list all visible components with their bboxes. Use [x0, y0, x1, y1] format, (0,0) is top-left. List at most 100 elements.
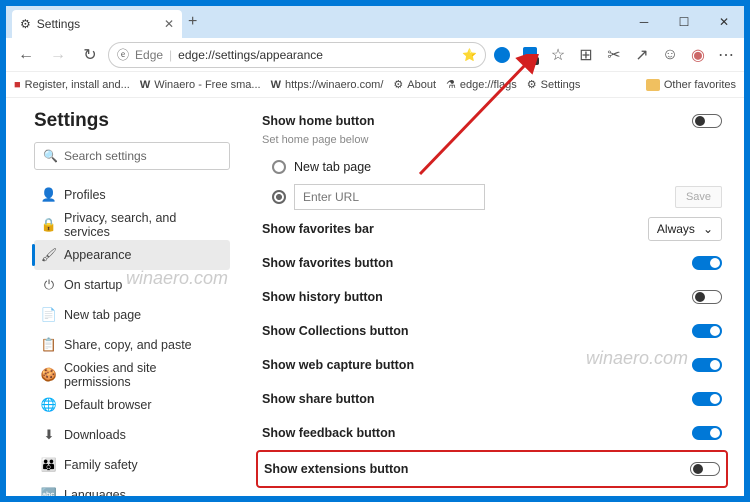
nav-icon: 🔤: [42, 487, 56, 496]
fav-icon-0: ■: [14, 79, 21, 91]
favbar-dropdown[interactable]: Always ⌄: [648, 217, 722, 241]
fav-icon-1: W: [140, 79, 150, 91]
nav-label: Privacy, search, and services: [64, 211, 222, 239]
sidebar-item-3[interactable]: ⏻ On startup: [34, 270, 230, 300]
nav-label: Cookies and site permissions: [64, 361, 222, 389]
gear-icon: ⚙: [527, 78, 537, 91]
home-button-label: Show home button: [262, 114, 374, 128]
favorites-icon[interactable]: ☆: [546, 43, 570, 67]
capture-icon[interactable]: ✂: [602, 43, 626, 67]
radio-new-tab[interactable]: [272, 160, 286, 174]
toggle-label-1: Show history button: [262, 290, 383, 304]
fav-item-1[interactable]: WWinaero - Free sma...: [140, 79, 261, 91]
nav-label: On startup: [64, 278, 122, 292]
back-button[interactable]: ←: [12, 41, 40, 69]
nav-icon: 📄: [42, 307, 56, 323]
settings-title: Settings: [34, 110, 230, 132]
sidebar-item-1[interactable]: 🔒 Privacy, search, and services: [34, 210, 230, 240]
toggle-label-4: Show share button: [262, 392, 375, 406]
extension-round-icon[interactable]: ◉: [686, 43, 710, 67]
maximize-button[interactable]: ☐: [664, 6, 704, 38]
titlebar: ⚙ Settings ✕ + ─ ☐ ✕: [6, 6, 744, 38]
fav-item-4[interactable]: ⚗edge://flags: [446, 78, 517, 91]
sidebar-item-10[interactable]: 🔤 Languages: [34, 480, 230, 496]
fav-icon-2: W: [271, 79, 281, 91]
save-button[interactable]: Save: [675, 186, 722, 208]
settings-main: Show home button Set home page below New…: [246, 98, 744, 496]
toggle-label-3: Show web capture button: [262, 358, 414, 372]
sidebar-item-6[interactable]: 🍪 Cookies and site permissions: [34, 360, 230, 390]
search-input[interactable]: 🔍 Search settings: [34, 142, 230, 170]
edge-icon: ⓔ: [117, 46, 129, 63]
home-button-toggle[interactable]: [692, 114, 722, 128]
extension-blue-icon[interactable]: [490, 43, 514, 67]
radio-url[interactable]: [272, 190, 286, 204]
toggle-5[interactable]: [692, 426, 722, 440]
tracking-icon[interactable]: [518, 43, 542, 67]
sidebar-item-9[interactable]: 👪 Family safety: [34, 450, 230, 480]
new-tab-button[interactable]: +: [188, 13, 197, 31]
search-icon: 🔍: [43, 149, 58, 163]
nav-icon: 🖌: [42, 247, 56, 263]
url-box[interactable]: ⓔ Edge | edge://settings/appearance ⭐: [108, 42, 486, 68]
tab-title: Settings: [37, 17, 80, 31]
nav-label: Appearance: [64, 248, 131, 262]
toggle-0[interactable]: [692, 256, 722, 270]
toggle-label-5: Show feedback button: [262, 426, 395, 440]
sidebar-item-0[interactable]: 👤 Profiles: [34, 180, 230, 210]
sidebar-item-2[interactable]: 🖌 Appearance: [34, 240, 230, 270]
sidebar-item-5[interactable]: 📋Share, copy, and paste: [34, 330, 230, 360]
home-sub: Set home page below: [262, 134, 722, 146]
nav-label: Family safety: [64, 458, 138, 472]
toggle-label-2: Show Collections button: [262, 324, 409, 338]
nav-label: Downloads: [64, 428, 126, 442]
fav-item-2[interactable]: Whttps://winaero.com/: [271, 79, 384, 91]
nav-icon: 👪: [42, 457, 56, 473]
refresh-button[interactable]: ↻: [76, 41, 104, 69]
nav-label: Share, copy, and paste: [64, 338, 192, 352]
read-aloud-icon[interactable]: ⭐: [462, 48, 477, 62]
ext-toggle[interactable]: [690, 462, 720, 476]
chevron-down-icon: ⌄: [703, 222, 713, 236]
menu-icon[interactable]: ⋯: [714, 43, 738, 67]
flask-icon: ⚗: [446, 78, 456, 91]
nav-icon: 🍪: [42, 367, 56, 383]
favorites-bar: ■Register, install and... WWinaero - Fre…: [6, 72, 744, 98]
toggle-1[interactable]: [692, 290, 722, 304]
nav-label: Languages: [64, 488, 126, 496]
toggle-label-0: Show favorites button: [262, 256, 393, 270]
settings-sidebar: Settings 🔍 Search settings 👤 Profiles 🔒 Pri…: [6, 98, 246, 496]
nav-label: New tab page: [64, 308, 141, 322]
toggle-3[interactable]: [692, 358, 722, 372]
toggle-4[interactable]: [692, 392, 722, 406]
sidebar-item-8[interactable]: ⬇Downloads: [34, 420, 230, 450]
sidebar-item-4[interactable]: 📄 New tab page: [34, 300, 230, 330]
minimize-button[interactable]: ─: [624, 6, 664, 38]
fav-item-0[interactable]: ■Register, install and...: [14, 79, 130, 91]
nav-icon: 🌐: [42, 397, 56, 413]
share-icon[interactable]: ↗: [630, 43, 654, 67]
browser-tab[interactable]: ⚙ Settings ✕: [12, 10, 182, 38]
home-url-input[interactable]: [294, 184, 485, 210]
search-placeholder: Search settings: [64, 149, 147, 163]
forward-button[interactable]: →: [44, 41, 72, 69]
close-tab-icon[interactable]: ✕: [164, 17, 174, 31]
ext-label: Show extensions button: [264, 462, 408, 476]
fav-item-5[interactable]: ⚙Settings: [527, 78, 581, 91]
nav-label: Profiles: [64, 188, 106, 202]
url-brand: Edge: [135, 48, 163, 62]
url-path: edge://settings/appearance: [178, 48, 323, 62]
collections-icon[interactable]: ⊞: [574, 43, 598, 67]
extensions-highlight: Show extensions button: [256, 450, 728, 488]
nav-icon: ⏻: [42, 277, 56, 293]
radio-new-tab-label: New tab page: [294, 160, 371, 174]
toggle-2[interactable]: [692, 324, 722, 338]
close-window-button[interactable]: ✕: [704, 6, 744, 38]
other-favorites[interactable]: Other favorites: [646, 79, 736, 91]
favbar-label: Show favorites bar: [262, 222, 374, 236]
nav-icon: 🔒: [42, 217, 56, 233]
fav-item-3[interactable]: ⚙About: [393, 78, 436, 91]
nav-icon: 👤: [42, 187, 56, 203]
sidebar-item-7[interactable]: 🌐Default browser: [34, 390, 230, 420]
feedback-icon[interactable]: ☺: [658, 43, 682, 67]
